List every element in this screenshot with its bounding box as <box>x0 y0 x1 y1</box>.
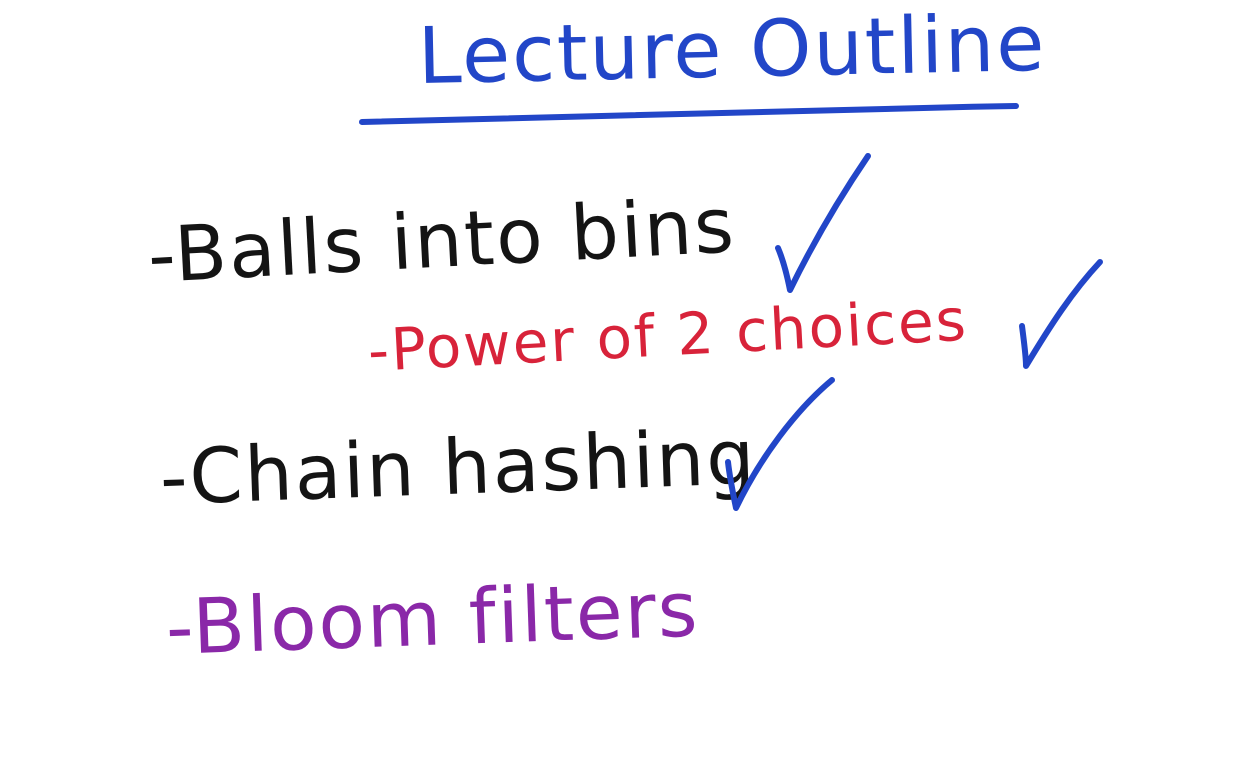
outline-item-balls-into-bins: -Balls into bins <box>145 180 738 300</box>
checkmark-icon <box>725 377 835 511</box>
checkmark-icon <box>775 153 871 293</box>
outline-item-chain-hashing: -Chain hashing <box>158 412 758 522</box>
checkmark-icon <box>1019 259 1103 369</box>
title-underline <box>359 103 1019 125</box>
lecture-title: Lecture Outline <box>417 0 1048 102</box>
outline-item-bloom-filters: -Bloom filters <box>164 564 701 672</box>
whiteboard: Lecture Outline -Balls into bins -Power … <box>0 0 1239 776</box>
outline-subitem-power-of-2-choices: -Power of 2 choices <box>366 285 970 385</box>
